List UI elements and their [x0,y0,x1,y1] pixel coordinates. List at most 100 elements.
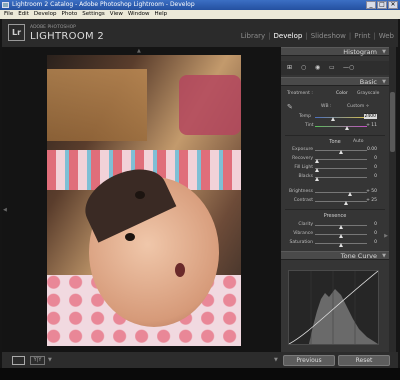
blacks-slider[interactable] [315,177,367,178]
basic-header[interactable]: Basic ▼ [281,77,389,86]
collapse-icon[interactable]: ▼ [382,78,386,86]
tone-curve-graph[interactable] [288,270,379,345]
recovery-label: Recovery [292,156,313,161]
window-controls: _ □ ✕ [366,1,398,9]
fill-light-value: 0 [374,165,377,170]
temp-value[interactable]: 2400 [363,114,377,119]
panel-scrollbar-thumb[interactable] [390,92,395,152]
brightness-slider-knob[interactable] [348,192,353,196]
basic-title: Basic [359,78,377,86]
menu-edit[interactable]: Edit [18,10,29,19]
histogram-shape [309,289,378,344]
brightness-slider[interactable] [315,192,367,193]
left-panel-toggle-icon[interactable]: ◀ [3,207,7,213]
module-develop[interactable]: Develop [274,32,303,40]
toolbar-menu-icon[interactable]: ▼ [274,357,278,363]
wb-preset[interactable]: Custom ÷ [347,104,369,109]
module-slideshow[interactable]: Slideshow [311,32,346,40]
loupe-view-button[interactable] [12,356,25,365]
menu-view[interactable]: View [110,10,123,19]
presence-heading: Presence [323,213,347,219]
tone-curve-svg [288,270,379,345]
menu-develop[interactable]: Develop [34,10,57,19]
toolbar-dropdown-icon[interactable]: ▼ [48,357,52,363]
contrast-slider-knob[interactable] [344,201,349,205]
fill-light-label: Fill Light [294,165,313,170]
right-panel: Histogram ▼ ⊞ ○ ◉ ▭ —○ Basic ▼ Treatment… [281,47,389,352]
clarity-slider-knob[interactable] [339,225,343,229]
module-web[interactable]: Web [379,32,394,40]
eyedropper-icon[interactable]: ✎ [287,103,293,111]
product-name: LIGHTROOM 2 [30,31,105,42]
develop-photo [47,55,241,346]
contrast-slider[interactable] [315,201,367,202]
filmstrip-edge [0,368,400,380]
before-after-button[interactable]: Y|Y [30,356,45,365]
menu-settings[interactable]: Settings [82,10,105,19]
saturation-slider-knob[interactable] [339,243,343,247]
fill-light-slider-knob[interactable] [315,168,320,172]
temp-label: Temp [299,114,311,119]
spot-removal-icon[interactable]: ○ [301,64,306,71]
temp-slider[interactable] [315,117,367,118]
previous-button[interactable]: Previous [283,355,335,366]
module-print[interactable]: Print [354,32,370,40]
treatment-label: Treatment : [287,91,313,96]
fill-light-slider[interactable] [315,168,367,169]
saturation-value: 0 [374,240,377,245]
vibrance-label: Vibrance [293,231,313,236]
catalog-label: ADOBE PHOTOSHOP [30,25,76,30]
window-title-bar: Lightroom 2 Catalog - Adobe Photoshop Li… [0,0,400,10]
exposure-label: Exposure [292,147,313,152]
tone-auto-button[interactable]: Auto [353,139,363,144]
tint-slider-knob[interactable] [345,126,350,130]
red-eye-icon[interactable]: ◉ [315,64,320,71]
blacks-value: 0 [374,174,377,179]
top-panel-toggle-icon[interactable]: ▲ [137,48,141,54]
close-button[interactable]: ✕ [388,1,398,9]
reset-button[interactable]: Reset [338,355,390,366]
exposure-value: 0.00 [366,147,377,152]
crop-icon[interactable]: ⊞ [287,64,292,71]
treatment-grayscale[interactable]: Grayscale [357,91,379,96]
brightness-value: + 50 [366,189,377,194]
recovery-slider[interactable] [315,159,367,160]
menu-window[interactable]: Window [128,10,150,19]
identity-plate: Lr ADOBE PHOTOSHOP LIGHTROOM 2 Library | … [2,19,398,47]
module-picker: Library | Develop | Slideshow | Print | Web [240,32,394,40]
brightness-label: Brightness [289,189,313,194]
graduated-filter-icon[interactable]: ▭ [329,64,335,71]
tint-slider[interactable] [315,126,367,127]
exposure-slider-knob[interactable] [339,150,343,154]
wb-label: WB : [321,104,332,109]
recovery-slider-knob[interactable] [315,159,320,163]
menu-photo[interactable]: Photo [62,10,78,19]
bottom-toolbar: Y|Y ▼ ▼ Previous Reset [2,352,398,368]
vibrance-value: 0 [374,231,377,236]
menu-bar: File Edit Develop Photo Settings View Wi… [0,10,400,19]
menu-help[interactable]: Help [155,10,168,19]
adjustment-brush-icon[interactable]: —○ [343,64,354,71]
tool-strip: ⊞ ○ ◉ ▭ —○ [281,61,389,75]
histogram-header[interactable]: Histogram ▼ [281,47,389,56]
tint-value: + 11 [366,123,377,128]
module-library[interactable]: Library [241,32,265,40]
minimize-button[interactable]: _ [366,1,376,9]
blacks-slider-knob[interactable] [315,177,320,181]
clarity-label: Clarity [298,222,313,227]
treatment-color[interactable]: Color [336,91,348,96]
blacks-label: Blacks [298,174,313,179]
right-panel-toggle-icon[interactable]: ▶ [384,233,388,239]
menu-file[interactable]: File [4,10,13,19]
tone-curve-title: Tone Curve [340,252,377,260]
tone-curve-header[interactable]: Tone Curve ▼ [281,251,389,260]
vibrance-slider-knob[interactable] [339,234,343,238]
contrast-label: Contrast [293,198,313,203]
window-title: Lightroom 2 Catalog - Adobe Photoshop Li… [12,1,195,8]
tint-label: Tint [305,123,314,128]
temp-slider-knob[interactable] [331,117,336,121]
clarity-value: 0 [374,222,377,227]
collapse-icon[interactable]: ▼ [382,48,386,56]
maximize-button[interactable]: □ [377,1,387,9]
collapse-icon[interactable]: ▼ [382,252,386,260]
